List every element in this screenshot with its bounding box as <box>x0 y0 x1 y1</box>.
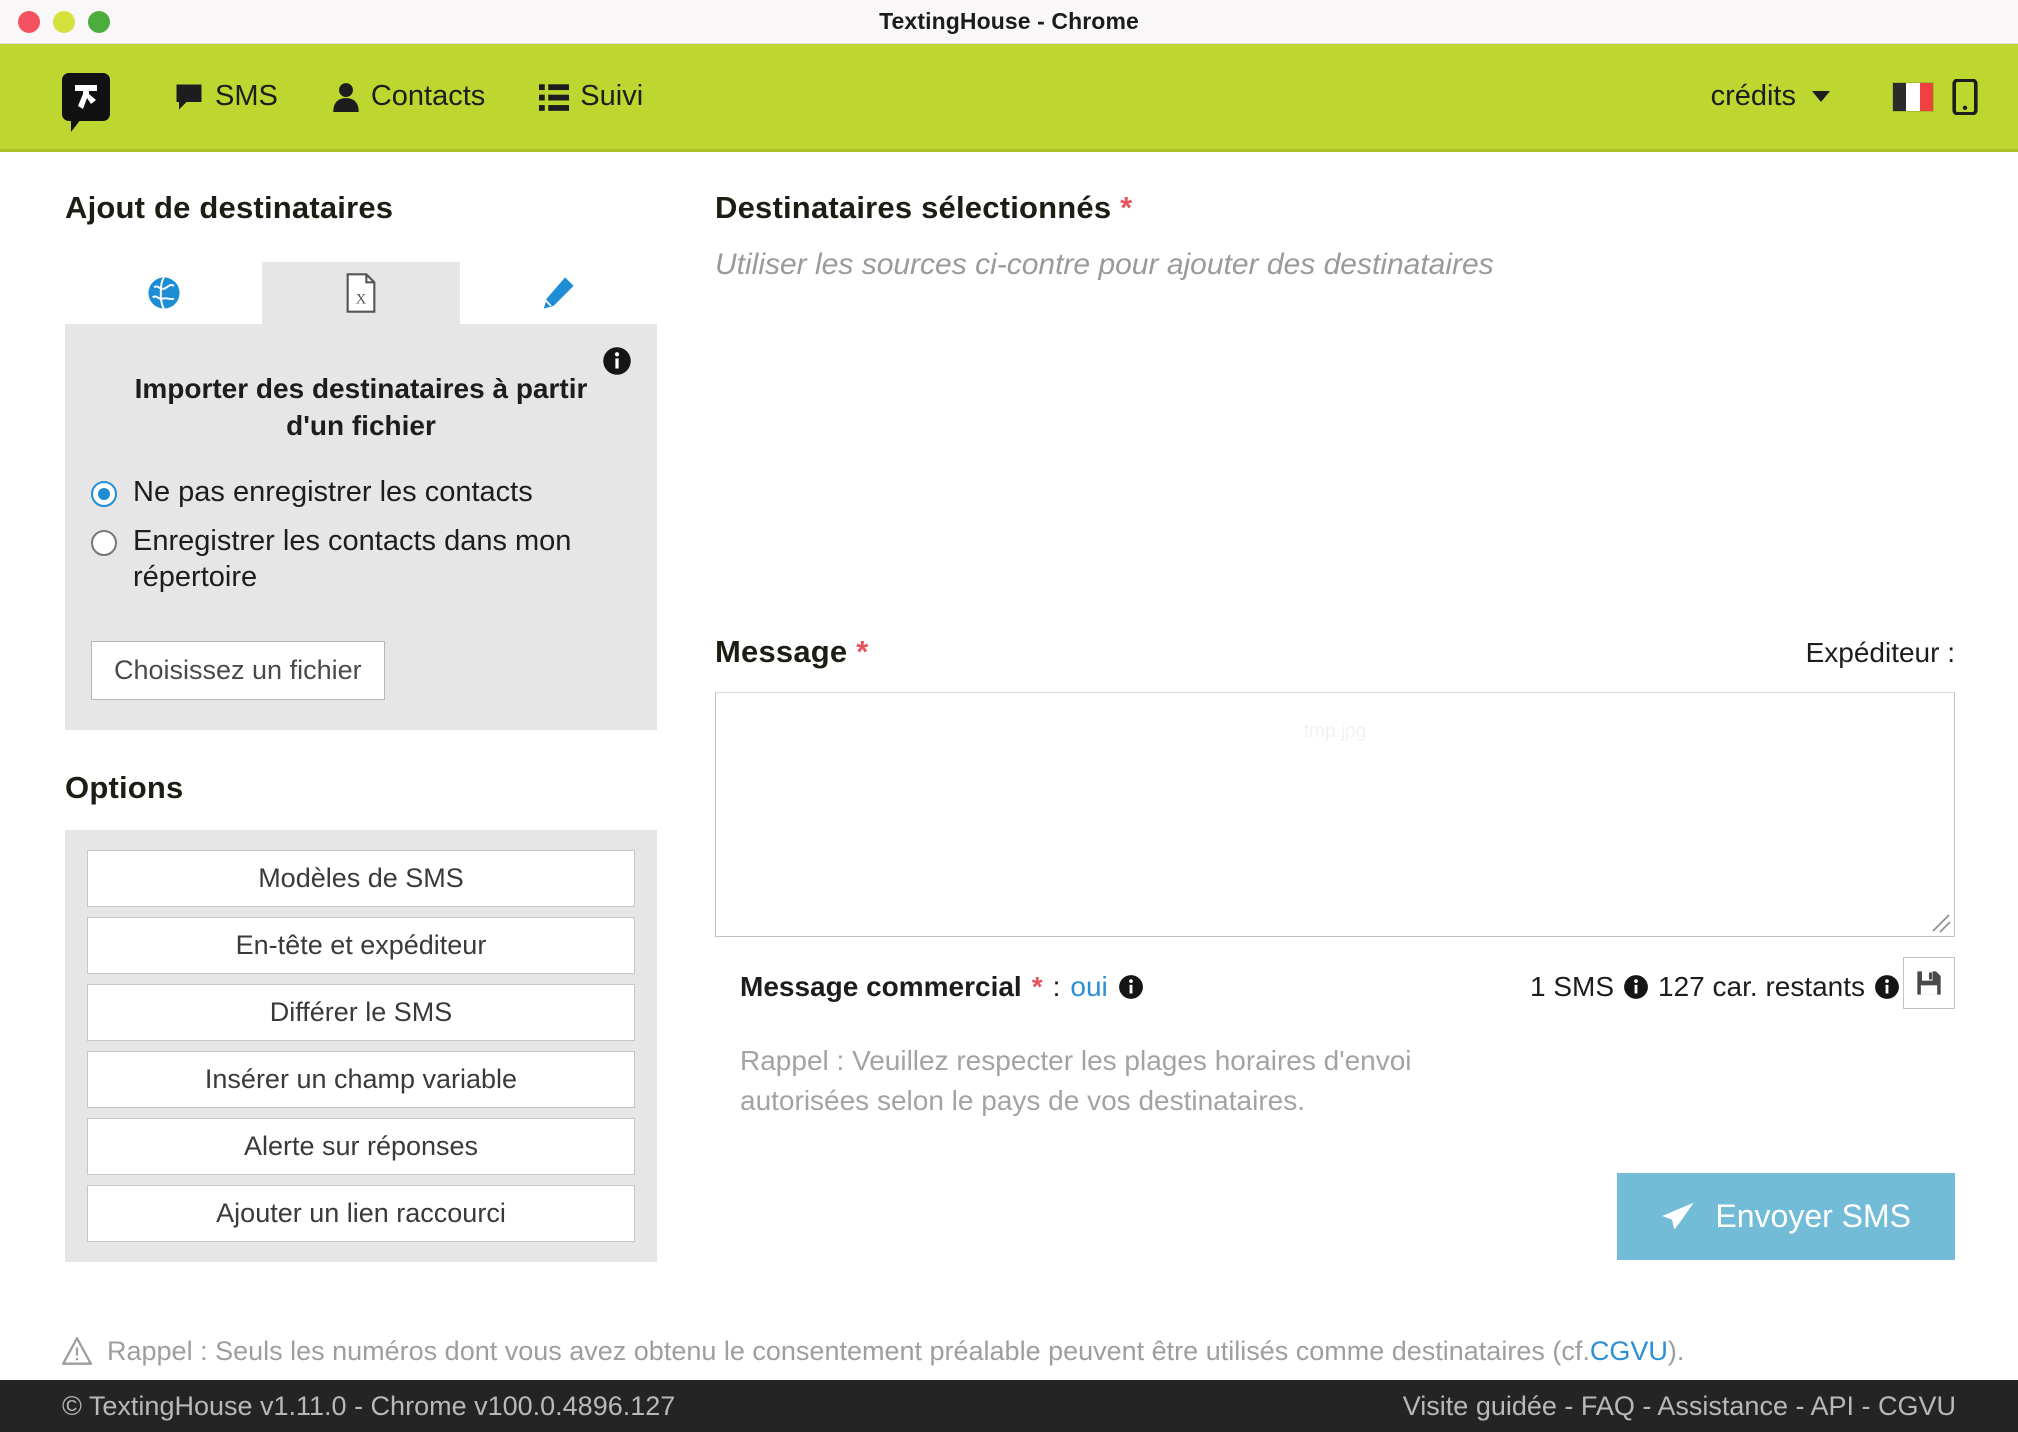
commercial-separator: : <box>1052 971 1061 1002</box>
right-column: Destinataires sélectionnés * Utiliser le… <box>715 190 1955 1260</box>
sms-counter-group: 1 SMS 127 car. restants <box>1530 971 1900 1003</box>
message-required-asterisk: * <box>856 634 869 669</box>
nav-item-contacts[interactable]: Contacts <box>332 80 485 113</box>
tab-file-excel[interactable]: X <box>262 262 460 324</box>
chars-remaining-label: 127 car. restants <box>1658 971 1866 1002</box>
info-circle-icon[interactable] <box>1874 974 1900 1000</box>
option-defer-sms[interactable]: Différer le SMS <box>87 984 635 1042</box>
option-insert-variable[interactable]: Insérer un champ variable <box>87 1051 635 1109</box>
nav-item-sms[interactable]: SMS <box>174 80 278 113</box>
window-titlebar: TextingHouse - Chrome <box>0 0 2018 44</box>
navbar-right: crédits <box>1711 78 1978 115</box>
page-body: Ajout de destinataires X Importer des de… <box>0 152 2018 1324</box>
nav-item-suivi-label: Suivi <box>580 80 644 112</box>
selected-recipients-heading: Destinataires sélectionnés * <box>715 190 1955 226</box>
consent-notice-text-before: Rappel : Seuls les numéros dont vous ave… <box>107 1335 1590 1366</box>
options-heading: Options <box>65 770 184 806</box>
credits-dropdown[interactable]: crédits <box>1711 80 1830 113</box>
message-textarea-ghost: tmp.jpg <box>1303 721 1367 742</box>
resize-handle-icon[interactable] <box>1929 911 1951 933</box>
mobile-icon[interactable] <box>1952 78 1978 115</box>
user-icon <box>333 82 359 112</box>
options-section: Options Modèles de SMS En-tête et expédi… <box>65 770 657 1263</box>
globe-icon <box>148 276 180 310</box>
message-textarea[interactable]: tmp.jpg <box>715 692 1955 937</box>
required-asterisk: * <box>1120 190 1133 225</box>
message-heading-text: Message <box>715 634 848 669</box>
comment-icon <box>176 84 202 109</box>
fr-flag-icon[interactable] <box>1892 81 1934 112</box>
info-circle-icon[interactable] <box>1623 974 1649 1000</box>
commercial-required-asterisk: * <box>1031 971 1043 1002</box>
selected-recipients-empty-hint: Utiliser les sources ci-contre pour ajou… <box>715 248 1494 281</box>
textinghouse-logo[interactable] <box>62 72 110 132</box>
option-add-short-link[interactable]: Ajouter un lien raccourci <box>87 1185 635 1243</box>
message-header-row: Message * Expéditeur : <box>715 634 1955 670</box>
list-icon <box>539 83 570 111</box>
import-panel-title: Importer des destinataires à partir d'un… <box>134 373 588 442</box>
commercial-message-label: Message commercial <box>740 971 1022 1002</box>
nav-item-sms-label: SMS <box>215 80 278 112</box>
selected-recipients-heading-text: Destinataires sélectionnés <box>715 190 1112 225</box>
chevron-down-icon <box>1812 91 1830 102</box>
page-footer: © TextingHouse v1.11.0 - Chrome v100.0.4… <box>0 1380 2018 1432</box>
navbar-links: SMS Contacts Suivi <box>174 80 697 113</box>
nav-item-suivi[interactable]: Suivi <box>539 80 643 113</box>
choose-file-button[interactable]: Choisissez un fichier <box>91 641 385 701</box>
tab-manual-entry[interactable] <box>460 262 657 324</box>
sender-label: Expéditeur : <box>1805 637 1955 668</box>
option-reply-alert[interactable]: Alerte sur réponses <box>87 1118 635 1176</box>
credits-label: crédits <box>1710 80 1796 112</box>
radio-do-not-save-input[interactable] <box>91 481 117 508</box>
import-panel: Importer des destinataires à partir d'un… <box>65 324 657 731</box>
radio-save-contacts-input[interactable] <box>91 529 117 556</box>
consent-notice-text-after: ). <box>1667 1335 1685 1366</box>
sms-count-label: 1 SMS <box>1530 971 1615 1002</box>
radio-do-not-save-label: Ne pas enregistrer les contacts <box>133 476 533 509</box>
footer-copyright: © TextingHouse v1.11.0 - Chrome v100.0.4… <box>62 1390 676 1421</box>
schedule-reminder-text: Rappel : Veuillez respecter les plages h… <box>740 1045 1412 1116</box>
tab-globe[interactable] <box>65 262 262 324</box>
logo-glyph-icon <box>75 84 97 109</box>
warning-triangle-icon <box>62 1337 92 1365</box>
commercial-message-group: Message commercial * : oui <box>740 971 1144 1003</box>
options-box: Modèles de SMS En-tête et expéditeur Dif… <box>65 830 657 1263</box>
option-header-sender[interactable]: En-tête et expéditeur <box>87 917 635 975</box>
message-heading: Message * <box>715 634 868 670</box>
option-sms-templates[interactable]: Modèles de SMS <box>87 850 635 908</box>
commercial-message-value[interactable]: oui <box>1070 971 1107 1003</box>
left-column: Ajout de destinataires X Importer des de… <box>65 190 657 1263</box>
footer-links[interactable]: Visite guidée - FAQ - Assistance - API -… <box>1403 1391 1956 1422</box>
radio-do-not-save[interactable]: Ne pas enregistrer les contacts <box>91 474 631 510</box>
message-footer-row: Message commercial * : oui 1 SMS 127 car… <box>715 957 1955 1015</box>
recipient-source-tabs: X <box>65 262 657 324</box>
main-navbar: SMS Contacts Suivi crédits <box>0 44 2018 152</box>
radio-save-contacts[interactable]: Enregistrer les contacts dans mon répert… <box>91 523 631 596</box>
info-circle-icon[interactable] <box>602 346 632 376</box>
send-sms-label: Envoyer SMS <box>1715 1197 1911 1234</box>
cgvu-link[interactable]: CGVU <box>1590 1336 1668 1367</box>
consent-notice: Rappel : Seuls les numéros dont vous ave… <box>0 1322 2018 1380</box>
radio-save-contacts-label: Enregistrer les contacts dans mon répert… <box>133 524 572 593</box>
save-message-button[interactable] <box>1903 957 1955 1009</box>
nav-item-contacts-label: Contacts <box>370 80 486 112</box>
svg-text:X: X <box>356 292 367 308</box>
window-title: TextingHouse - Chrome <box>879 8 1139 34</box>
paper-plane-icon <box>1662 1202 1695 1230</box>
recipients-heading: Ajout de destinataires <box>65 190 394 225</box>
send-sms-button[interactable]: Envoyer SMS <box>1617 1172 1955 1260</box>
file-excel-icon: X <box>346 273 376 313</box>
pencil-icon <box>544 277 574 309</box>
floppy-disk-icon <box>1917 971 1941 995</box>
send-button-row: Envoyer SMS <box>715 1172 1955 1260</box>
info-circle-icon[interactable] <box>1118 974 1144 1000</box>
